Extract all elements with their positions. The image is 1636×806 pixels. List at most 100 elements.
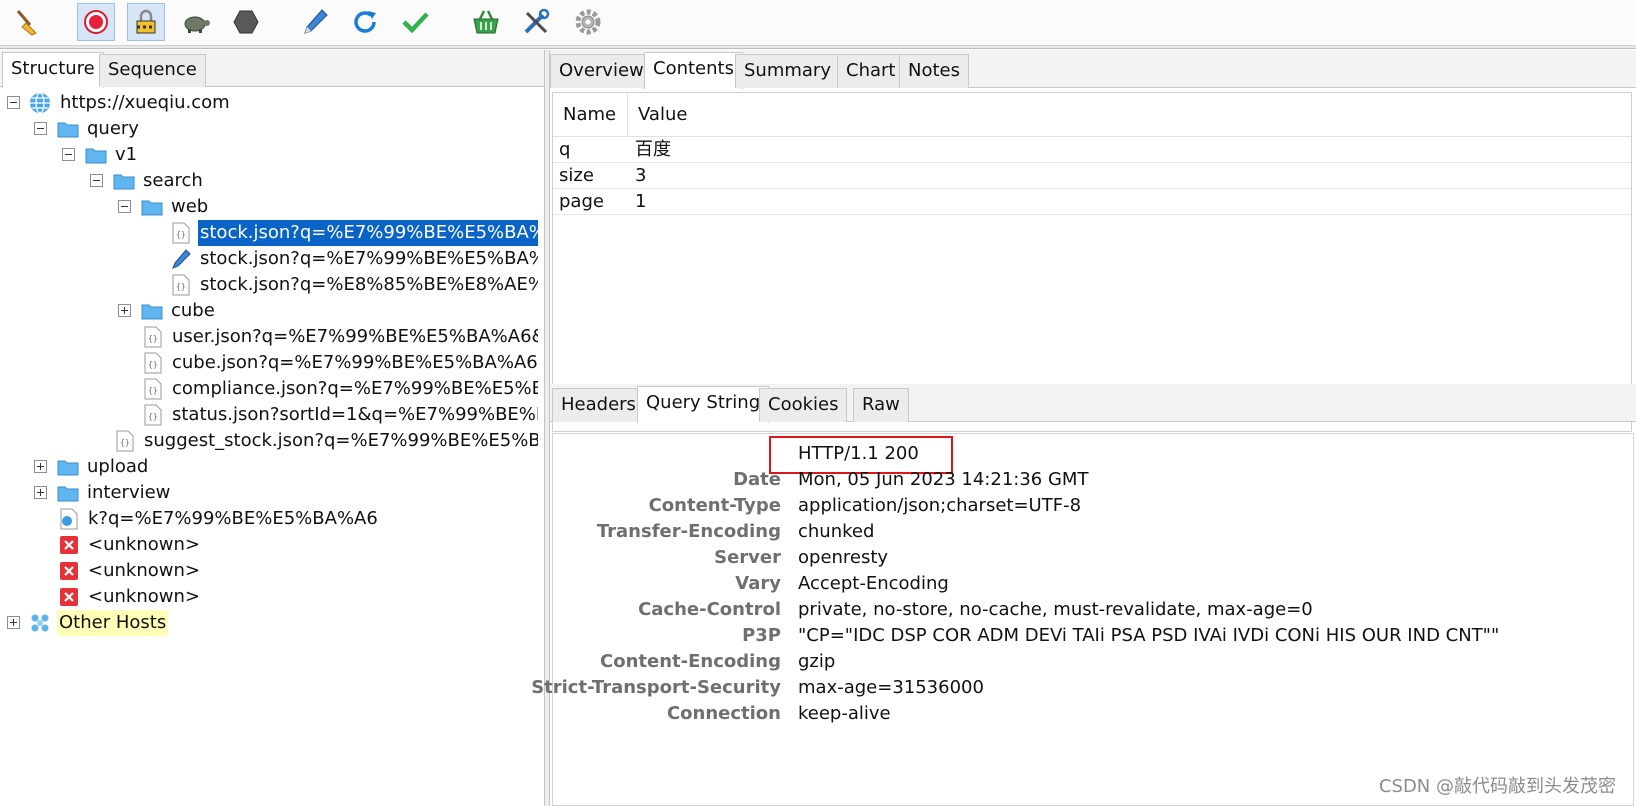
tree-node-label: user.json?q=%E7%99%BE%E5%BA%A6&c <box>172 326 538 347</box>
left-tab-strip: Structure Sequence <box>0 50 544 88</box>
ssl-button[interactable] <box>127 3 165 41</box>
expand-toggle[interactable] <box>7 616 20 629</box>
column-header-value[interactable]: Value <box>628 93 687 137</box>
table-row[interactable]: page 1 <box>553 189 1631 215</box>
header-value: private, no-store, no-cache, must-revali… <box>798 599 1313 620</box>
status-line-row: HTTP/1.1 200 <box>553 436 1633 474</box>
settings-button[interactable] <box>569 3 607 41</box>
header-row: Transfer-Encoding chunked <box>553 519 1633 545</box>
tree-node-label: cube <box>171 300 215 321</box>
tree-node-host[interactable]: https://xueqiu.com <box>0 90 540 116</box>
tree-node-folder[interactable]: search <box>0 168 540 194</box>
expand-toggle[interactable] <box>118 304 131 317</box>
tree-node-request[interactable]: stock.json?q=%E7%99%BE%E5%BA%A <box>0 246 540 272</box>
tab-contents[interactable]: Contents <box>644 52 743 89</box>
tree-node-request[interactable]: {} compliance.json?q=%E7%99%BE%E5%BA% <box>0 376 540 402</box>
header-value: application/json;charset=UTF-8 <box>798 495 1082 516</box>
tree-node-folder[interactable]: upload <box>0 454 540 480</box>
tree-node-request[interactable]: {} status.json?sortId=1&q=%E7%99%BE%E5 <box>0 402 540 428</box>
tree-node-folder[interactable]: cube <box>0 298 540 324</box>
error-x-icon <box>60 536 78 554</box>
tools-button[interactable] <box>517 3 555 41</box>
validate-check-icon <box>402 12 429 34</box>
tree-node-request[interactable]: {} user.json?q=%E7%99%BE%E5%BA%A6&c <box>0 324 540 350</box>
tree-node-other-hosts[interactable]: Other Hosts <box>0 610 540 636</box>
status-line: HTTP/1.1 200 <box>798 443 919 464</box>
tab-notes[interactable]: Notes <box>899 54 969 88</box>
record-button[interactable] <box>77 3 115 41</box>
tree-node-label: <unknown> <box>88 534 200 555</box>
repeat-button[interactable] <box>346 3 384 41</box>
watermark: CSDN @敲代码敲到头发茂密 <box>1378 776 1616 797</box>
expand-toggle[interactable] <box>34 460 47 473</box>
tree-node-label: upload <box>87 456 149 477</box>
tab-raw[interactable]: Raw <box>853 388 909 422</box>
collapse-toggle[interactable] <box>34 122 47 135</box>
table-row[interactable]: size 3 <box>553 163 1631 189</box>
tree-node-request[interactable]: {} stock.json?q=%E8%85%BE%E8%AE%A <box>0 272 540 298</box>
json-file-icon: {} <box>172 222 190 244</box>
tree-node-error[interactable]: <unknown> <box>0 558 540 584</box>
throttle-button[interactable] <box>177 3 215 41</box>
folder-icon <box>57 122 79 138</box>
tab-overview[interactable]: Overview <box>550 54 653 88</box>
tree-node-error[interactable]: <unknown> <box>0 532 540 558</box>
header-key: Vary <box>735 573 781 594</box>
record-icon <box>84 10 108 34</box>
header-row: Content-Encoding gzip <box>553 649 1633 675</box>
clear-session-button[interactable] <box>8 3 46 41</box>
stop-button[interactable] <box>227 3 265 41</box>
header-key: Connection <box>666 703 781 724</box>
expand-toggle[interactable] <box>34 486 47 499</box>
tree-node-folder[interactable]: v1 <box>0 142 540 168</box>
header-value: "CP="IDC DSP COR ADM DEVi TAIi PSA PSD I… <box>798 625 1500 646</box>
tree-node-request[interactable]: {} cube.json?q=%E7%99%BE%E5%BA%A6&c <box>0 350 540 376</box>
table-row[interactable]: q 百度 <box>553 137 1631 163</box>
edit-pen-icon <box>172 249 191 269</box>
collapse-toggle[interactable] <box>118 200 131 213</box>
error-x-icon <box>60 562 78 580</box>
tree-node-error[interactable]: <unknown> <box>0 584 540 610</box>
basket-button[interactable] <box>467 3 505 41</box>
tree-node-label: stock.json?q=%E7%99%BE%E5%BA%A <box>198 220 538 246</box>
header-key: Date <box>733 469 781 490</box>
collapse-toggle[interactable] <box>90 174 103 187</box>
header-row: Server openresty <box>553 545 1633 571</box>
tab-query-string[interactable]: Query String <box>637 386 770 423</box>
json-file-icon: {} <box>172 274 190 296</box>
tree-node-request[interactable]: k?q=%E7%99%BE%E5%BA%A6 <box>0 506 540 532</box>
tab-cookies[interactable]: Cookies <box>759 388 848 422</box>
header-value: max-age=31536000 <box>798 677 984 698</box>
json-file-icon: {} <box>144 378 162 400</box>
edit-button[interactable] <box>296 3 334 41</box>
tab-sequence[interactable]: Sequence <box>99 54 206 87</box>
toolbar <box>0 0 1636 46</box>
header-row: P3P "CP="IDC DSP COR ADM DEVi TAIi PSA P… <box>553 623 1633 649</box>
query-string-grid: Name Value q 百度 size 3 page 1 <box>552 92 1632 432</box>
tree-node-folder[interactable]: query <box>0 116 540 142</box>
tree-node-label: Other Hosts <box>57 610 169 636</box>
svg-text:{}: {} <box>120 438 130 447</box>
structure-pane: Structure Sequence https://xueqiu.com qu… <box>0 50 544 806</box>
tab-summary[interactable]: Summary <box>735 54 840 88</box>
tree-node-folder[interactable]: interview <box>0 480 540 506</box>
tab-structure[interactable]: Structure <box>2 52 104 88</box>
tree-node-request[interactable]: {} stock.json?q=%E7%99%BE%E5%BA%A <box>0 220 540 246</box>
header-value: Mon, 05 Jun 2023 14:21:36 GMT <box>798 469 1089 490</box>
folder-icon <box>141 200 163 216</box>
tab-chart[interactable]: Chart <box>837 54 905 88</box>
cell-name: q <box>559 139 571 160</box>
column-header-name[interactable]: Name <box>553 93 628 137</box>
tab-headers[interactable]: Headers <box>552 388 645 422</box>
validate-button[interactable] <box>396 3 434 41</box>
repeat-icon <box>354 11 376 33</box>
tree-node-request[interactable]: {} suggest_stock.json?q=%E7%99%BE%E5%BA% <box>0 428 540 454</box>
collapse-toggle[interactable] <box>62 148 75 161</box>
header-row: Content-Type application/json;charset=UT… <box>553 493 1633 519</box>
tree-node-folder[interactable]: web <box>0 194 540 220</box>
header-value: keep-alive <box>798 703 891 724</box>
tree-node-label: query <box>87 118 139 139</box>
collapse-toggle[interactable] <box>7 96 20 109</box>
header-row: Cache-Control private, no-store, no-cach… <box>553 597 1633 623</box>
header-key: Strict-Transport-Security <box>531 677 781 698</box>
